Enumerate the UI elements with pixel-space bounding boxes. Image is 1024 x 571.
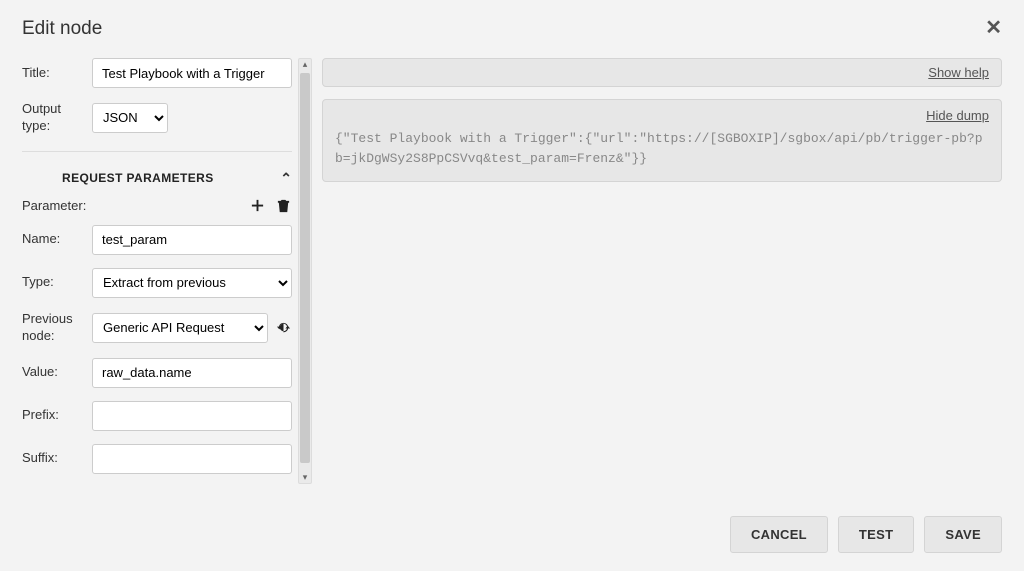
chevron-up-icon: ⌃ <box>280 170 292 187</box>
value-input[interactable] <box>92 358 292 388</box>
modal-body: Title: Output type: JSON REQUEST PARAMET… <box>22 58 1002 487</box>
modal-title: Edit node <box>22 18 102 40</box>
save-button[interactable]: SAVE <box>924 516 1002 553</box>
prefix-label: Prefix: <box>22 407 84 424</box>
help-bar: Show help <box>322 58 1002 87</box>
divider <box>22 151 292 152</box>
row-title: Title: <box>22 58 292 88</box>
scrollbar-down-icon[interactable]: ▾ <box>303 473 308 482</box>
row-prefix: Prefix: <box>22 401 292 431</box>
title-input[interactable] <box>92 58 292 88</box>
scrollbar[interactable]: ▴ ▾ <box>298 58 312 484</box>
row-value: Value: <box>22 358 292 388</box>
cancel-button[interactable]: CANCEL <box>730 516 828 553</box>
test-button[interactable]: TEST <box>838 516 914 553</box>
row-type: Type: Extract from previous <box>22 268 292 298</box>
row-suffix: Suffix: <box>22 444 292 474</box>
add-icon[interactable] <box>248 197 266 215</box>
prefix-input[interactable] <box>92 401 292 431</box>
prev-node-label: Previous node: <box>22 311 84 345</box>
output-type-label: Output type: <box>22 101 84 135</box>
row-prev-node: Previous node: Generic API Request <box>22 311 292 345</box>
dump-box: Hide dump {"Test Playbook with a Trigger… <box>322 99 1002 182</box>
output-type-select[interactable]: JSON <box>92 103 168 133</box>
parameter-label: Parameter: <box>22 198 240 213</box>
row-output-type: Output type: JSON <box>22 101 292 135</box>
value-label: Value: <box>22 364 84 381</box>
title-label: Title: <box>22 65 84 82</box>
scrollbar-up-icon[interactable]: ▴ <box>303 60 308 69</box>
section-title: REQUEST PARAMETERS <box>62 171 214 185</box>
refresh-icon[interactable] <box>274 319 292 337</box>
trash-icon[interactable] <box>274 197 292 215</box>
type-select[interactable]: Extract from previous <box>92 268 292 298</box>
section-header[interactable]: REQUEST PARAMETERS ⌃ <box>22 166 292 197</box>
close-icon[interactable]: ✕ <box>985 18 1002 38</box>
suffix-label: Suffix: <box>22 450 84 467</box>
name-label: Name: <box>22 231 84 248</box>
prev-node-select[interactable]: Generic API Request <box>92 313 268 343</box>
name-input[interactable] <box>92 225 292 255</box>
modal-header: Edit node ✕ <box>22 18 1002 40</box>
row-parameter: Parameter: <box>22 197 292 215</box>
left-panel-wrap: Title: Output type: JSON REQUEST PARAMET… <box>22 58 312 487</box>
suffix-input[interactable] <box>92 444 292 474</box>
row-name: Name: <box>22 225 292 255</box>
footer: CANCEL TEST SAVE <box>730 516 1002 553</box>
dump-content: {"Test Playbook with a Trigger":{"url":"… <box>335 129 989 169</box>
show-help-link[interactable]: Show help <box>928 65 989 80</box>
scrollbar-thumb[interactable] <box>300 73 310 463</box>
left-panel: Title: Output type: JSON REQUEST PARAMET… <box>22 58 298 487</box>
right-panel: Show help Hide dump {"Test Playbook with… <box>322 58 1002 487</box>
type-label: Type: <box>22 274 84 291</box>
hide-dump-link[interactable]: Hide dump <box>926 108 989 123</box>
edit-node-modal: Edit node ✕ Title: Output type: JSON R <box>0 0 1024 571</box>
